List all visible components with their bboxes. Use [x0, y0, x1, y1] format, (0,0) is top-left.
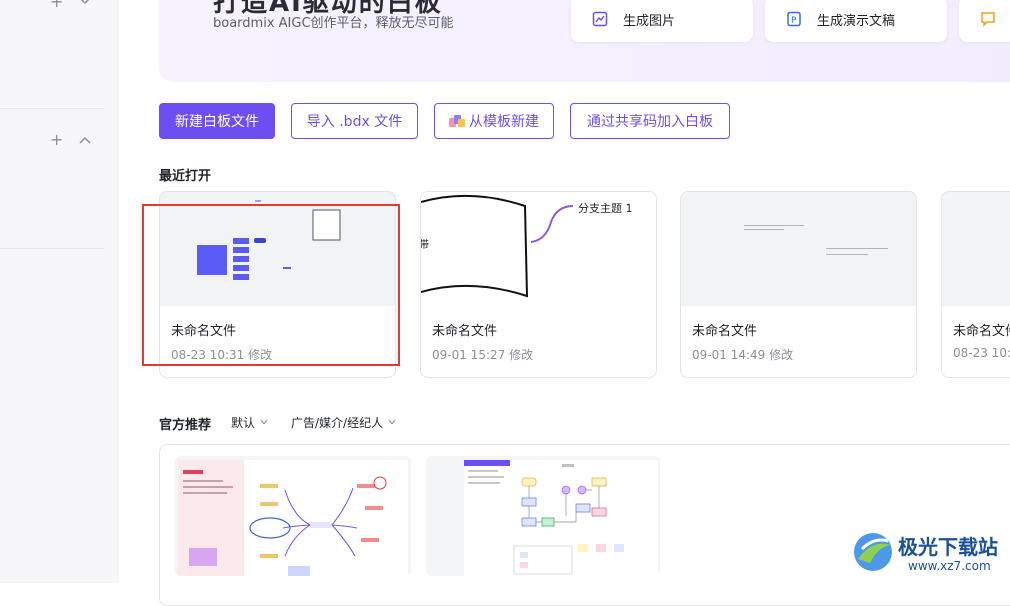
recent-file-card[interactable]: 未命名文件 08-23 10:3: [941, 191, 1010, 378]
image-icon: [591, 10, 609, 28]
join-by-code-button[interactable]: 通过共享码加入白板: [570, 103, 730, 139]
feature-label: 生成演示文稿: [817, 13, 896, 29]
file-thumbnail: 带 分支主题 1: [421, 192, 656, 306]
feature-chat[interactable]: [959, 0, 1010, 42]
file-name: 未命名文件: [953, 324, 1010, 339]
file-name: 未命名文件: [692, 324, 758, 339]
add-icon[interactable]: +: [50, 132, 63, 148]
recent-file-card[interactable]: 未命名文件 09-01 14:49 修改: [680, 191, 917, 378]
file-modified: 08-23 10:3: [953, 346, 1010, 360]
site-watermark: 极光下载站 www.xz7.com: [848, 527, 1008, 581]
from-template-button[interactable]: 从模板新建: [434, 103, 554, 139]
sidebar: + +: [0, 0, 119, 583]
svg-text:P: P: [791, 16, 797, 26]
watermark-logo-icon: [854, 533, 892, 571]
svg-text:带: 带: [421, 239, 429, 251]
feature-generate-image[interactable]: 生成图片: [571, 0, 753, 42]
watermark-url: www.xz7.com: [908, 559, 991, 573]
sort-value: 默认: [231, 416, 256, 430]
chevron-down-icon: [259, 416, 269, 430]
recommend-section-title: 官方推荐: [159, 418, 212, 433]
import-bdx-button[interactable]: 导入 .bdx 文件: [291, 103, 418, 139]
watermark-name: 极光下载站: [898, 535, 998, 559]
file-thumbnail: [681, 192, 916, 306]
new-board-button[interactable]: 新建白板文件: [159, 103, 275, 139]
branch-topic-label: 分支主题 1: [578, 202, 633, 215]
file-name: 未命名文件: [432, 324, 498, 339]
file-thumbnail: [942, 192, 1010, 306]
sidebar-divider: [0, 108, 104, 109]
mindmap-template-thumbnail: [178, 460, 408, 576]
from-template-label: 从模板新建: [469, 114, 539, 130]
sort-dropdown[interactable]: 默认: [231, 414, 269, 431]
template-icon: [449, 114, 465, 128]
category-dropdown[interactable]: 广告/媒介/经纪人: [291, 414, 397, 431]
file-modified: 09-01 14:49 修改: [692, 348, 794, 362]
highlight-box: [142, 204, 400, 366]
chevron-down-icon[interactable]: [78, 0, 92, 11]
banner-subtitle: boardmix AIGC创作平台，释放无尽可能: [213, 16, 454, 31]
feature-label: 生成图片: [623, 13, 676, 29]
chevron-down-icon: [387, 416, 397, 430]
feature-generate-presentation[interactable]: P 生成演示文稿: [765, 0, 947, 42]
template-card[interactable]: [426, 456, 660, 576]
chevron-up-icon[interactable]: [78, 133, 92, 150]
add-icon[interactable]: +: [50, 0, 63, 10]
file-modified: 09-01 15:27 修改: [432, 348, 534, 362]
flowchart-template-thumbnail: [464, 460, 658, 576]
template-card[interactable]: [175, 456, 411, 576]
category-value: 广告/媒介/经纪人: [291, 416, 384, 430]
sidebar-divider: [0, 248, 104, 249]
presentation-icon: P: [785, 10, 803, 28]
recent-file-card[interactable]: 带 分支主题 1 未命名文件 09-01 15:27 修改: [420, 191, 657, 378]
recent-section-title: 最近打开: [159, 169, 212, 184]
chat-icon: [979, 10, 997, 28]
